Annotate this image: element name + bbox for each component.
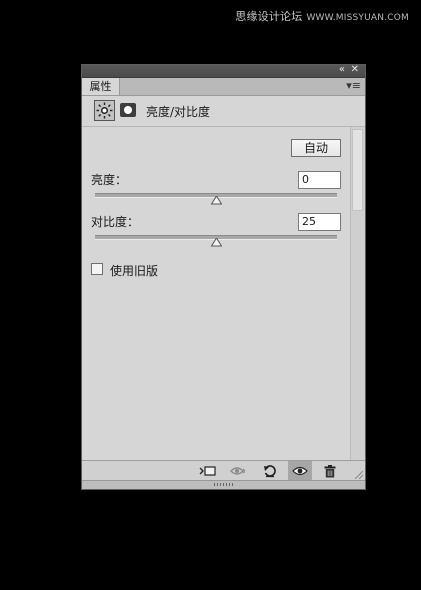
panel-titlebar: « ✕ [82, 64, 365, 78]
panel-bottom-strip [82, 480, 365, 489]
watermark-text: 思缘设计论坛 [235, 10, 303, 23]
brightness-contrast-icon[interactable] [94, 100, 115, 121]
double-chevron-icon[interactable]: « [339, 64, 345, 76]
contrast-label: 对比度： [91, 215, 140, 229]
bottom-toolbar [82, 460, 365, 481]
adjustment-header: 亮度/对比度 [82, 96, 365, 127]
close-icon[interactable]: ✕ [351, 64, 359, 76]
scrollbar[interactable] [350, 127, 365, 462]
brightness-input[interactable]: 0 [298, 171, 341, 189]
legacy-label: 使用旧版 [110, 264, 159, 278]
tab-properties[interactable]: 属性 [82, 78, 120, 95]
scrollbar-thumb[interactable] [352, 129, 363, 211]
resize-grip-icon[interactable] [353, 469, 363, 479]
brightness-slider-thumb[interactable] [210, 196, 222, 205]
mask-dot [124, 106, 132, 114]
legacy-checkbox[interactable] [91, 263, 103, 275]
auto-button[interactable]: 自动 [291, 139, 341, 157]
watermark: 思缘设计论坛 WWW.MISSYUAN.COM [235, 8, 409, 24]
adjustment-title: 亮度/对比度 [146, 105, 211, 119]
delete-icon[interactable] [318, 461, 342, 481]
view-previous-state-icon[interactable] [228, 461, 252, 481]
toggle-visibility-icon[interactable] [288, 461, 312, 481]
properties-panel: « ✕ 属性 ▾≡ 亮度/对比度 自动 亮度： 0 对比度： 25 使用旧版 [81, 64, 366, 490]
layer-mask-icon[interactable] [120, 103, 136, 117]
brightness-label: 亮度： [91, 173, 128, 187]
tab-label: 属性 [89, 80, 112, 93]
panel-menu-icon[interactable]: ▾≡ [346, 79, 361, 92]
clip-to-layer-icon[interactable] [196, 461, 220, 481]
contrast-input[interactable]: 25 [298, 213, 341, 231]
watermark-site: WWW.MISSYUAN.COM [306, 13, 409, 23]
drag-grip[interactable] [213, 483, 234, 486]
reset-icon[interactable] [258, 461, 282, 481]
contrast-slider-thumb[interactable] [210, 238, 222, 247]
tab-row: 属性 ▾≡ [82, 78, 365, 96]
